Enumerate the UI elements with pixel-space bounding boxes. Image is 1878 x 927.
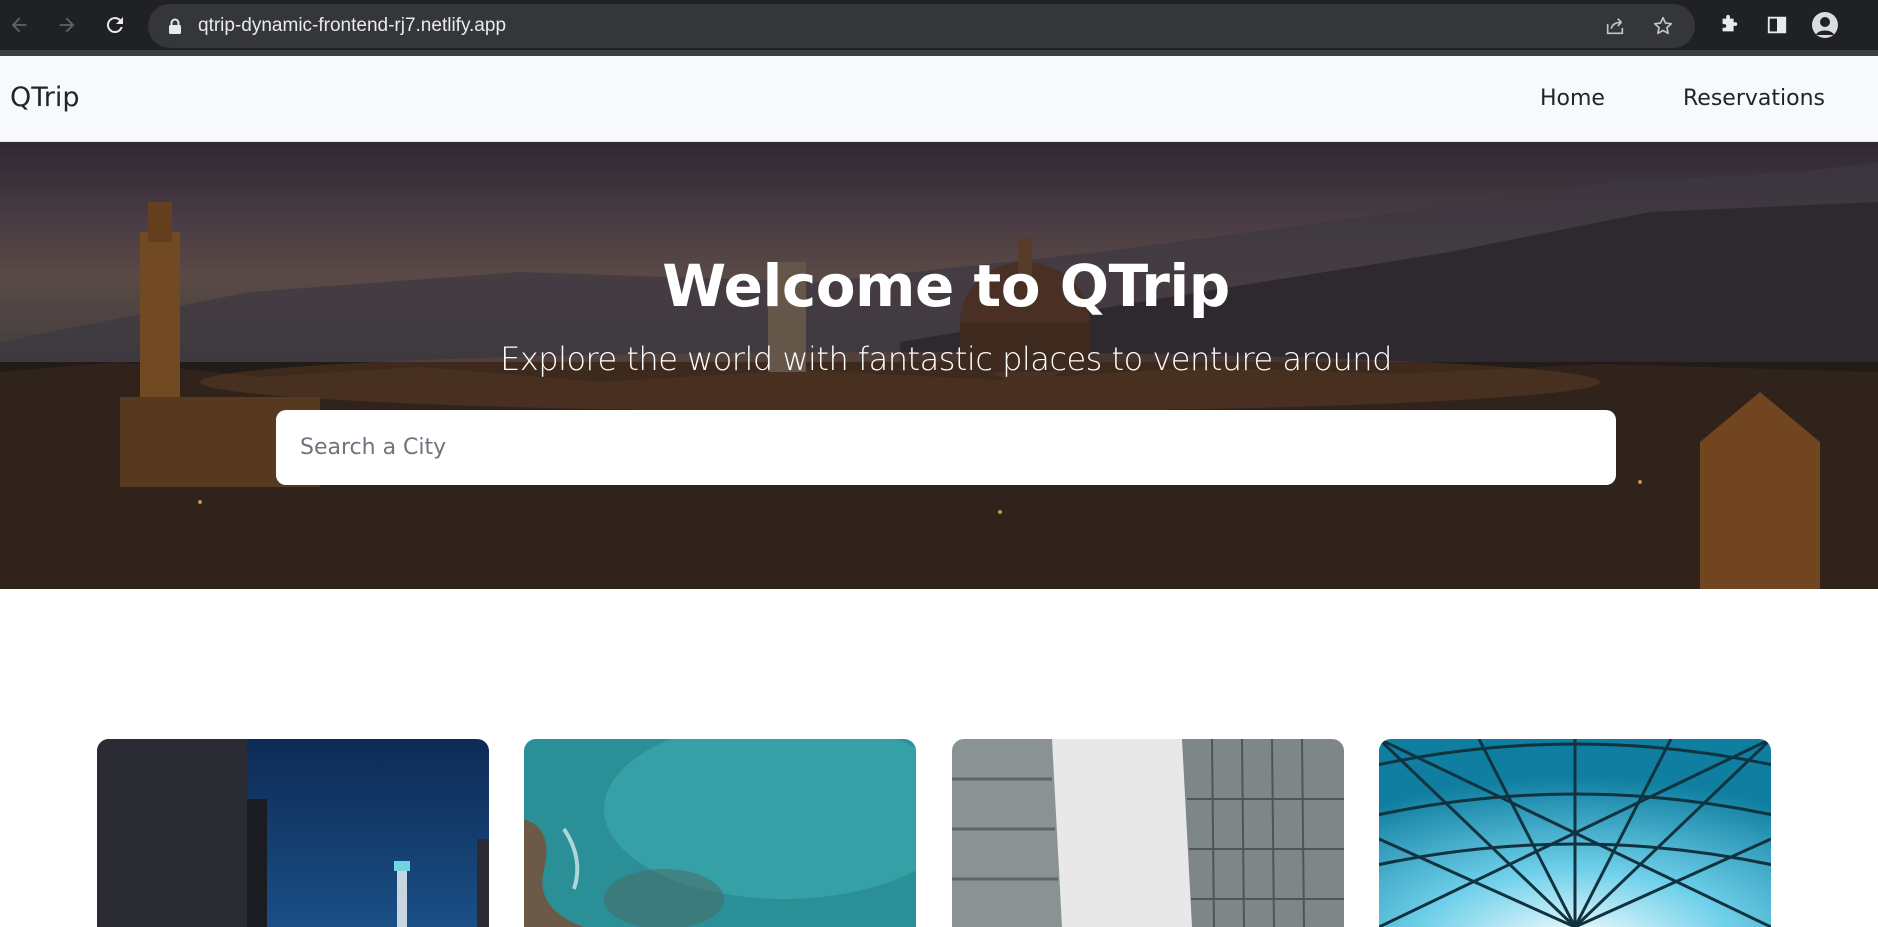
city-card[interactable] — [952, 739, 1344, 927]
side-panel-icon[interactable] — [1762, 10, 1792, 40]
star-icon[interactable] — [1652, 15, 1674, 41]
city-card-image — [97, 739, 489, 927]
url-text[interactable]: qtrip-dynamic-frontend-rj7.netlify.app — [198, 15, 506, 37]
brand-logo[interactable]: QTrip — [10, 82, 80, 113]
city-card-image — [524, 739, 916, 927]
reload-icon[interactable] — [100, 10, 130, 40]
city-card[interactable] — [1379, 739, 1771, 927]
lock-icon[interactable] — [168, 18, 182, 39]
profile-avatar[interactable] — [1810, 10, 1840, 40]
browser-toolbar: qtrip-dynamic-frontend-rj7.netlify.app — [0, 0, 1878, 50]
forward-arrow-icon[interactable] — [52, 10, 82, 40]
hero-subtitle: Explore the world with fantastic places … — [500, 340, 1392, 378]
city-card-image — [952, 739, 1344, 927]
city-card[interactable] — [524, 739, 916, 927]
hero-banner: Welcome to QTrip Explore the world with … — [0, 142, 1878, 589]
city-search-input[interactable] — [276, 410, 1616, 485]
address-bar[interactable]: qtrip-dynamic-frontend-rj7.netlify.app — [148, 4, 1695, 48]
back-arrow-icon[interactable] — [4, 10, 34, 40]
navbar: QTrip Home Reservations — [0, 56, 1878, 142]
share-icon[interactable] — [1604, 15, 1626, 41]
hero-title: Welcome to QTrip — [662, 252, 1230, 320]
extensions-icon[interactable] — [1714, 10, 1744, 40]
city-card[interactable] — [97, 739, 489, 927]
nav-link-home[interactable]: Home — [1540, 86, 1605, 111]
city-card-image — [1379, 739, 1771, 927]
nav-link-reservations[interactable]: Reservations — [1683, 86, 1825, 111]
